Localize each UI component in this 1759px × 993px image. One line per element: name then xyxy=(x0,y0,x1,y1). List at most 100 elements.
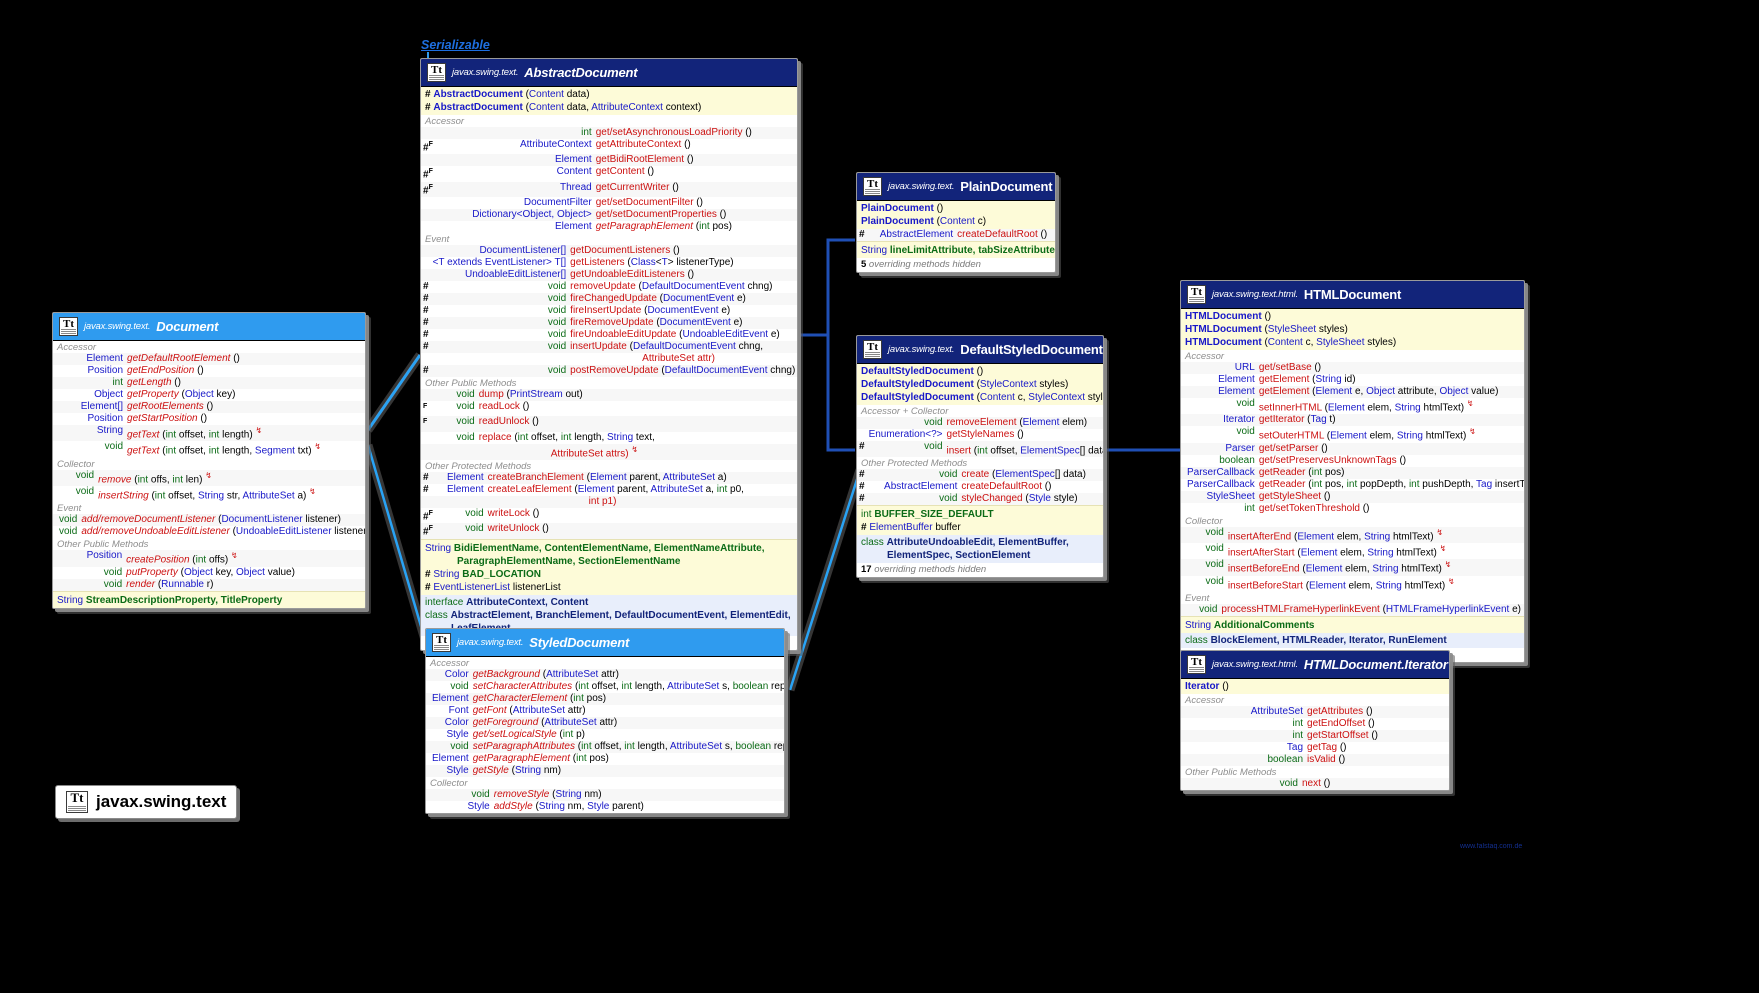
member-signature: getProperty (Object key) xyxy=(127,389,236,400)
member-signature: getLength () xyxy=(127,377,181,388)
member-row: # AbstractElement createDefaultRoot () xyxy=(857,481,1103,494)
member-type: Element xyxy=(86,353,124,364)
visibility-marker xyxy=(53,353,69,365)
member-table: # AbstractElement createDefaultRoot () xyxy=(857,229,1055,241)
member-type: Element xyxy=(555,220,592,232)
member-row: void getText (int offset, int length, Seg… xyxy=(53,441,365,458)
constants-section: String lineLimitAttribute, tabSizeAttrib… xyxy=(857,241,1055,258)
member-row: boolean get/setPreservesUnknownTags () xyxy=(1181,454,1524,467)
member-row: Element getParagraphElement (int pos) xyxy=(421,220,797,233)
member-type: void xyxy=(456,431,475,443)
nested-types-section: class BlockElement, HTMLReader, Iterator… xyxy=(1181,632,1524,648)
class-name: AbstractDocument xyxy=(524,65,638,80)
member-row: void setInnerHTML (Element elem, String h… xyxy=(1181,398,1524,415)
class-name: HTMLDocument.Iterator xyxy=(1303,657,1448,672)
nested-type-row: class BlockElement, HTMLReader, Iterator… xyxy=(1185,634,1447,646)
member-table: void next () xyxy=(1181,778,1449,790)
member-signature: get/setParser () xyxy=(1258,442,1328,454)
member-type: DocumentListener[] xyxy=(479,244,567,256)
member-signature: dump (PrintStream out) xyxy=(478,388,583,400)
class-box-defaultstyleddocument[interactable]: Tt javax.swing.text. DefaultStyledDocumen… xyxy=(856,335,1104,579)
member-row: int getLength () xyxy=(53,377,365,389)
member-signature: insertString (int offset, String str, At… xyxy=(98,486,316,502)
member-row: Fvoid readUnlock () xyxy=(421,416,797,432)
member-row: # void removeUpdate (DefaultDocumentEvent … xyxy=(421,280,797,293)
member-row: Iterator getIterator (Tag t) xyxy=(1181,414,1524,427)
member-type: Object xyxy=(94,389,124,400)
member-signature: get/setPreservesUnknownTags () xyxy=(1258,454,1407,466)
visibility-marker: #F xyxy=(423,168,433,181)
member-type: void xyxy=(456,400,475,412)
visibility-marker: #F xyxy=(423,183,433,196)
member-type: void xyxy=(547,280,567,292)
class-box-plaindocument[interactable]: Tt javax.swing.text. PlainDocument PlainD… xyxy=(856,172,1056,273)
member-type: Tag xyxy=(1286,742,1304,753)
member-row: Font getFont (AttributeSet attr) xyxy=(426,705,784,717)
member-row: int get/setAsynchronousLoadPriority () xyxy=(421,127,797,139)
class-header-plaindocument: Tt javax.swing.text. PlainDocument xyxy=(857,173,1055,201)
member-signature: putProperty (Object key, Object value) xyxy=(126,566,295,578)
class-box-htmldocument[interactable]: Tt javax.swing.text.html. HTMLDocument HT… xyxy=(1180,280,1525,663)
class-body: Accessor Color getBackground (AttributeSet… xyxy=(426,657,784,813)
member-signature: setParagraphAttributes (int offset, int … xyxy=(472,741,784,752)
visibility-marker: # xyxy=(859,441,865,452)
member-signature: create (ElementSpec[] data) xyxy=(961,469,1086,481)
watermark: www.falstaq.com.de xyxy=(1460,843,1523,850)
member-type xyxy=(437,496,486,508)
member-row: # void create (ElementSpec[] data) xyxy=(857,469,1103,482)
class-package: javax.swing.text. xyxy=(888,344,955,355)
visibility-marker xyxy=(1181,718,1197,730)
constructor-row: # AbstractDocument (Content data, Attrib… xyxy=(425,102,702,113)
member-row: void removeElement (Element elem) xyxy=(857,417,1103,429)
member-signature: getEndOffset () xyxy=(1307,718,1375,729)
member-signature: fireUndoableEditUpdate (UndoableEditEven… xyxy=(570,328,780,340)
member-type: Position xyxy=(87,413,124,424)
constructor-row: HTMLDocument () xyxy=(1185,311,1272,322)
class-box-document[interactable]: Tt javax.swing.text. Document Accessor Ele… xyxy=(52,312,366,609)
member-row: Element getElement (Element e, Object att… xyxy=(1181,386,1524,398)
package-icon: Tt xyxy=(66,791,88,813)
member-row: Style addStyle (String nm, Style parent) xyxy=(426,801,784,813)
member-table: void dump (PrintStream out) Fvoid readLock … xyxy=(421,388,797,460)
member-table: AttributeSet getAttributes () int getEndOff… xyxy=(1181,706,1449,766)
class-box-styleddocument[interactable]: Tt javax.swing.text. StyledDocument Acces… xyxy=(425,628,785,814)
member-row: #F Content getContent () xyxy=(421,166,797,182)
member-section-title: Collector xyxy=(1185,515,1223,527)
member-section-title: Collector xyxy=(430,778,468,789)
member-row: Color getForeground (AttributeSet attr) xyxy=(426,717,784,729)
class-box-abstractdocument[interactable]: Tt javax.swing.text. AbstractDocument # A… xyxy=(420,58,798,651)
member-section-title: Other Public Methods xyxy=(425,377,517,389)
visibility-marker: # xyxy=(859,229,865,240)
member-signature: insertBeforeEnd (Element elem, String ht… xyxy=(1227,560,1452,575)
class-box-htmldocument-iterator[interactable]: Tt javax.swing.text.html. HTMLDocument.It… xyxy=(1180,650,1450,791)
member-type: void xyxy=(103,566,123,578)
member-type: void xyxy=(103,578,123,590)
member-table: void remove (int offs, int len) ↯ void inse… xyxy=(53,469,365,503)
member-row: void add/removeDocumentListener (Document… xyxy=(53,514,365,527)
member-table: void add/removeDocumentListener (Document… xyxy=(53,514,365,539)
member-signature: insertAfterEnd (Element elem, String htm… xyxy=(1227,527,1444,542)
member-signature: writeLock () xyxy=(487,507,540,519)
member-signature: createLeafElement (Element parent, Attri… xyxy=(487,483,744,495)
member-type: Style xyxy=(467,801,490,812)
visibility-marker: # xyxy=(423,328,429,340)
constructor-section: PlainDocument () PlainDocument (Content c… xyxy=(857,201,1055,229)
visibility-marker xyxy=(1181,730,1197,742)
member-type: Color xyxy=(444,669,469,680)
member-type: Element xyxy=(1218,374,1255,385)
class-header-htmldocument: Tt javax.swing.text.html. HTMLDocument xyxy=(1181,281,1524,309)
member-row: void putProperty (Object key, Object valu… xyxy=(53,566,365,579)
member-table: void removeElement (Element elem) Enumerat… xyxy=(857,417,1103,458)
member-type: AbstractElement xyxy=(884,481,958,493)
member-type: Style xyxy=(446,765,469,776)
nested-type-row: class AbstractElement, BranchElement, De… xyxy=(425,609,791,621)
member-row: Position getStartPosition () xyxy=(53,413,365,425)
member-row: void insertBeforeEnd (Element elem, Strin… xyxy=(1181,559,1524,576)
member-table: # void create (ElementSpec[] data) # Abstrac… xyxy=(857,469,1103,506)
member-type: int xyxy=(1244,502,1255,514)
member-row: void remove (int offs, int len) ↯ xyxy=(53,469,365,486)
type-icon: Tt xyxy=(1187,655,1206,674)
member-signature: getStartPosition () xyxy=(127,413,208,424)
member-signature: getElement (String id) xyxy=(1258,374,1356,385)
member-section-title: Accessor xyxy=(1185,351,1225,362)
